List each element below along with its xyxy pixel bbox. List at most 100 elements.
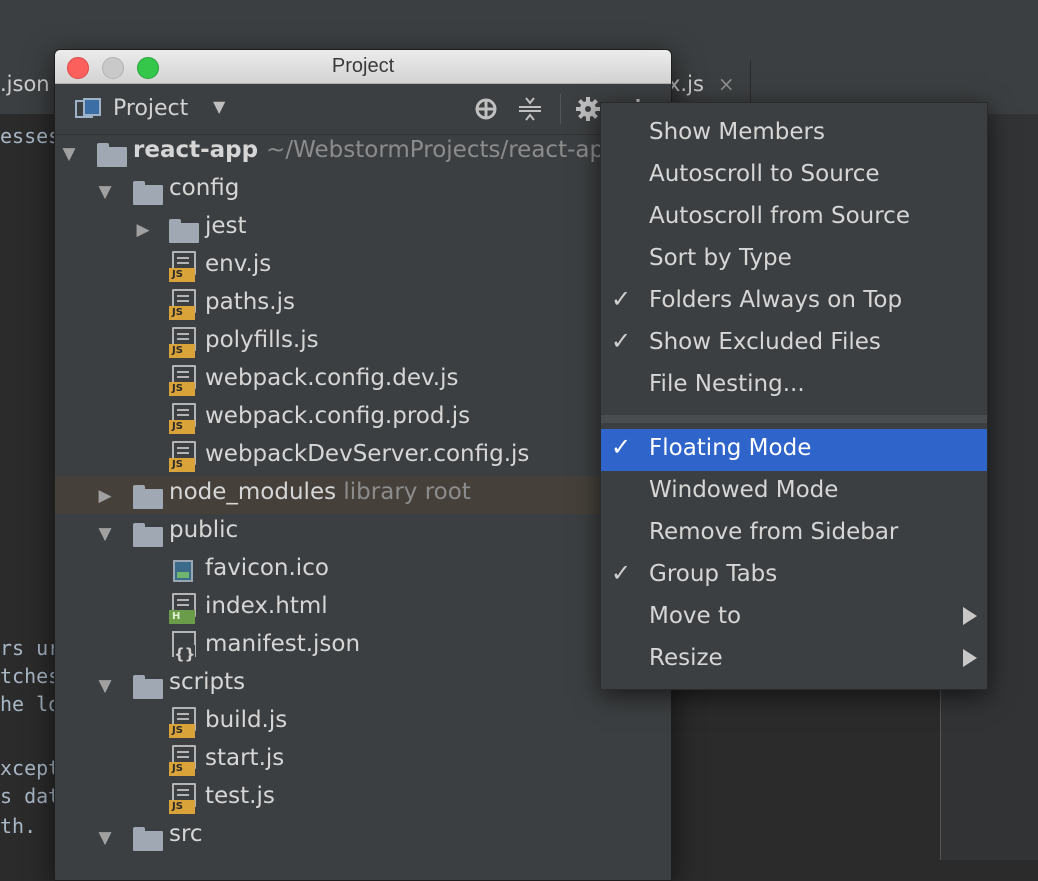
menu-item-label: File Nesting... [649,371,805,397]
menu-item-label: Show Excluded Files [649,329,881,355]
checkmark-icon: ✓ [611,327,632,355]
tree-row[interactable]: JS env.js [55,248,671,286]
tree-row[interactable]: ▶ jest [55,210,671,248]
code-line: tches [0,664,61,688]
menu-item-show-members[interactable]: Show Members [601,113,987,155]
menu-item-resize[interactable]: Resize [601,639,987,681]
tree-row-selected[interactable]: ▶ node_modules library root [55,476,671,514]
tree-item-label: scripts [169,669,246,695]
tree-item-label: index.html [205,593,328,619]
expand-arrow-icon[interactable]: ▼ [95,182,115,202]
menu-item-label: Remove from Sidebar [649,519,899,545]
menu-item-remove-from-sidebar[interactable]: Remove from Sidebar [601,513,987,555]
submenu-arrow-icon [963,649,977,667]
tree-item-label: test.js [205,783,275,809]
tree-row[interactable]: ▼ react-app ~/WebstormProjects/react-app [55,134,671,172]
code-line: he lo [0,692,61,716]
checkmark-icon: ✓ [611,433,632,461]
collapse-all-icon[interactable] [517,96,543,122]
tree-row[interactable]: favicon.ico [55,552,671,590]
close-icon[interactable]: × [718,72,735,96]
tree-row[interactable]: H index.html [55,590,671,628]
menu-item-label: Autoscroll to Source [649,161,880,187]
menu-separator [601,415,987,423]
folder-icon [97,143,127,167]
tree-row[interactable]: ▼ config [55,172,671,210]
folder-icon [133,485,163,509]
tree-row[interactable]: JS webpack.config.prod.js [55,400,671,438]
code-line: th. [0,814,37,838]
tree-row[interactable]: ▼ public [55,514,671,552]
gear-icon[interactable] [575,96,601,122]
expand-arrow-icon[interactable]: ▼ [95,828,115,848]
locate-icon[interactable] [473,96,499,122]
js-file-icon: JS [169,365,196,397]
html-file-icon: H [169,593,196,625]
tree-row[interactable]: JS webpackDevServer.config.js [55,438,671,476]
menu-item-autoscroll-to-source[interactable]: Autoscroll to Source [601,155,987,197]
menu-item-sort-by-type[interactable]: Sort by Type [601,239,987,281]
view-selector[interactable]: Project [113,96,188,121]
tree-item-label: node_modules library root [169,479,471,505]
header-separator [560,94,561,124]
tree-item-label: polyfills.js [205,327,319,353]
js-file-icon: JS [169,327,196,359]
tree-item-label: react-app ~/WebstormProjects/react-app [133,137,619,163]
checkmark-icon: ✓ [611,285,632,313]
tree-row[interactable]: JS build.js [55,704,671,742]
tree-row[interactable]: ▼ src [55,818,671,856]
folder-icon [169,219,199,243]
editor-tab-js[interactable]: x.js × [668,72,735,96]
menu-item-label: Group Tabs [649,561,778,587]
project-floating-window: Project Project ▼ ▼ react-app ~/Webstorm… [54,49,672,881]
window-title: Project [331,55,395,77]
tree-row[interactable]: JS webpack.config.dev.js [55,362,671,400]
editor-tab-json[interactable]: .json [0,72,50,96]
menu-item-floating-mode[interactable]: ✓ Floating Mode [601,429,987,471]
menu-item-label: Show Members [649,119,825,145]
project-tree: ▼ react-app ~/WebstormProjects/react-app… [55,134,671,856]
tree-item-label: src [169,821,203,847]
editor-tab-js-label: x.js [668,72,704,96]
project-view-icon [75,98,101,118]
menu-item-move-to[interactable]: Move to [601,597,987,639]
collapse-arrow-icon[interactable]: ▶ [95,486,115,506]
tree-row[interactable]: ▼ scripts [55,666,671,704]
menu-item-label: Resize [649,645,723,671]
menu-item-group-tabs[interactable]: ✓ Group Tabs [601,555,987,597]
expand-arrow-icon[interactable]: ▼ [59,144,79,164]
menu-item-label: Windowed Mode [649,477,839,503]
tree-item-label: favicon.ico [205,555,329,581]
tree-item-label: jest [205,213,247,239]
code-line: rs ur [0,636,61,660]
code-line: esses [0,124,61,148]
chevron-down-icon[interactable]: ▼ [213,97,225,116]
tree-item-label: webpack.config.dev.js [205,365,459,391]
menu-item-folders-always-on-top[interactable]: ✓ Folders Always on Top [601,281,987,323]
tree-row[interactable]: {} manifest.json [55,628,671,666]
tree-row[interactable]: JS test.js [55,780,671,818]
checkmark-icon: ✓ [611,559,632,587]
menu-item-file-nesting[interactable]: File Nesting... [601,365,987,407]
js-file-icon: JS [169,783,196,815]
folder-icon [133,827,163,851]
tree-row[interactable]: JS polyfills.js [55,324,671,362]
tree-item-label: env.js [205,251,272,277]
submenu-arrow-icon [963,607,977,625]
js-file-icon: JS [169,403,196,435]
tree-row[interactable]: JS start.js [55,742,671,780]
tree-row[interactable]: JS paths.js [55,286,671,324]
expand-arrow-icon[interactable]: ▼ [95,676,115,696]
collapse-arrow-icon[interactable]: ▶ [133,220,153,240]
window-titlebar[interactable]: Project [55,50,671,84]
menu-item-windowed-mode[interactable]: Windowed Mode [601,471,987,513]
menu-item-label: Sort by Type [649,245,792,271]
image-file-icon [173,560,193,582]
js-file-icon: JS [169,707,196,739]
js-file-icon: JS [169,745,196,777]
tree-item-label: start.js [205,745,285,771]
expand-arrow-icon[interactable]: ▼ [95,524,115,544]
menu-item-autoscroll-from-source[interactable]: Autoscroll from Source [601,197,987,239]
tree-item-label: webpack.config.prod.js [205,403,471,429]
menu-item-show-excluded-files[interactable]: ✓ Show Excluded Files [601,323,987,365]
